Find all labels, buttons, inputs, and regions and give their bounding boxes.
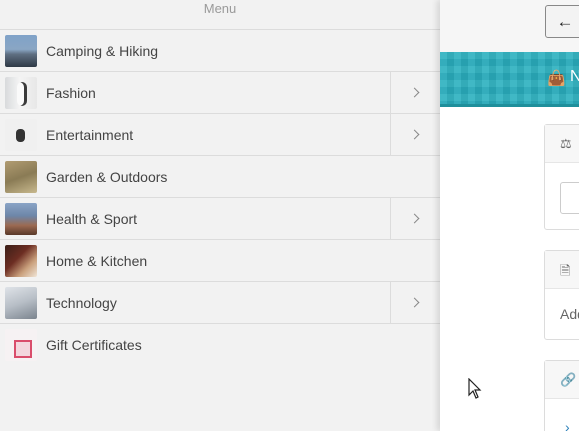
menu-title: Menu <box>203 1 237 16</box>
submenu-toggle-fashion[interactable] <box>390 72 440 113</box>
banner-accent-line <box>440 104 579 107</box>
menu-item-home-kitchen[interactable]: Home & Kitchen <box>0 240 440 282</box>
menu-item-label: Gift Certificates <box>46 337 142 353</box>
technology-thumbnail <box>5 286 37 319</box>
menu-header: Menu <box>0 0 440 30</box>
back-button[interactable]: ← <box>545 5 579 38</box>
submenu-toggle-technology[interactable] <box>390 282 440 323</box>
entertainment-thumbnail <box>5 118 37 151</box>
chevron-right-icon <box>409 297 419 308</box>
camping-thumbnail <box>5 34 37 67</box>
card-link[interactable]: › <box>565 419 570 431</box>
menu-item-label: Technology <box>46 294 117 311</box>
menu-item-label: Entertainment <box>46 126 134 143</box>
scales-icon: ⚖ <box>560 136 572 151</box>
menu-item-technology[interactable]: Technology <box>0 282 440 324</box>
menu-item-garden-outdoors[interactable]: Garden & Outdoors <box>0 156 440 198</box>
menu-item-label: Health & Sport <box>46 210 138 227</box>
chevron-right-icon <box>409 87 419 98</box>
fashion-thumbnail <box>5 76 37 109</box>
page-content-panel: ← 👜 N ⚖ 🗎 Add 🔗 › <box>440 0 579 431</box>
menu-item-label: Fashion <box>46 84 96 101</box>
garden-thumbnail <box>5 160 37 193</box>
card-header: 🗎 <box>545 251 579 289</box>
mouse-cursor-icon <box>468 378 482 399</box>
submenu-toggle-health-sport[interactable] <box>390 198 440 239</box>
description-card: 🗎 Add <box>544 250 579 340</box>
card-header: ⚖ <box>545 125 579 163</box>
arrow-left-icon: ← <box>556 11 574 31</box>
card-header: 🔗 <box>545 361 579 399</box>
card-text: Add <box>560 306 579 322</box>
chevron-right-icon <box>409 213 419 224</box>
menu-item-camping-hiking[interactable]: Camping & Hiking <box>0 30 440 72</box>
home-thumbnail <box>5 244 37 277</box>
category-menu-panel: Menu Camping & Hiking Fashion Entertainm… <box>0 0 440 431</box>
page-banner: 👜 N <box>440 52 579 104</box>
top-bar: ← <box>440 0 579 52</box>
gift-thumbnail <box>5 329 37 361</box>
compare-card: ⚖ <box>544 124 579 230</box>
menu-item-health-sport[interactable]: Health & Sport <box>0 198 440 240</box>
menu-item-label: Home & Kitchen <box>46 252 148 269</box>
chevron-right-icon <box>409 129 419 140</box>
menu-item-fashion[interactable]: Fashion <box>0 72 440 114</box>
menu-item-label: Garden & Outdoors <box>46 168 168 185</box>
card-select-input[interactable] <box>560 182 579 214</box>
banner-title: N <box>570 68 579 85</box>
shopping-bag-icon: 👜 <box>547 70 566 87</box>
menu-item-entertainment[interactable]: Entertainment <box>0 114 440 156</box>
link-icon: 🔗 <box>560 372 577 387</box>
menu-item-label: Camping & Hiking <box>46 42 159 59</box>
health-thumbnail <box>5 202 37 235</box>
submenu-toggle-entertainment[interactable] <box>390 114 440 155</box>
menu-item-gift-certificates[interactable]: Gift Certificates <box>0 324 440 366</box>
links-card: 🔗 › <box>544 360 579 431</box>
document-icon: 🗎 <box>560 263 571 278</box>
